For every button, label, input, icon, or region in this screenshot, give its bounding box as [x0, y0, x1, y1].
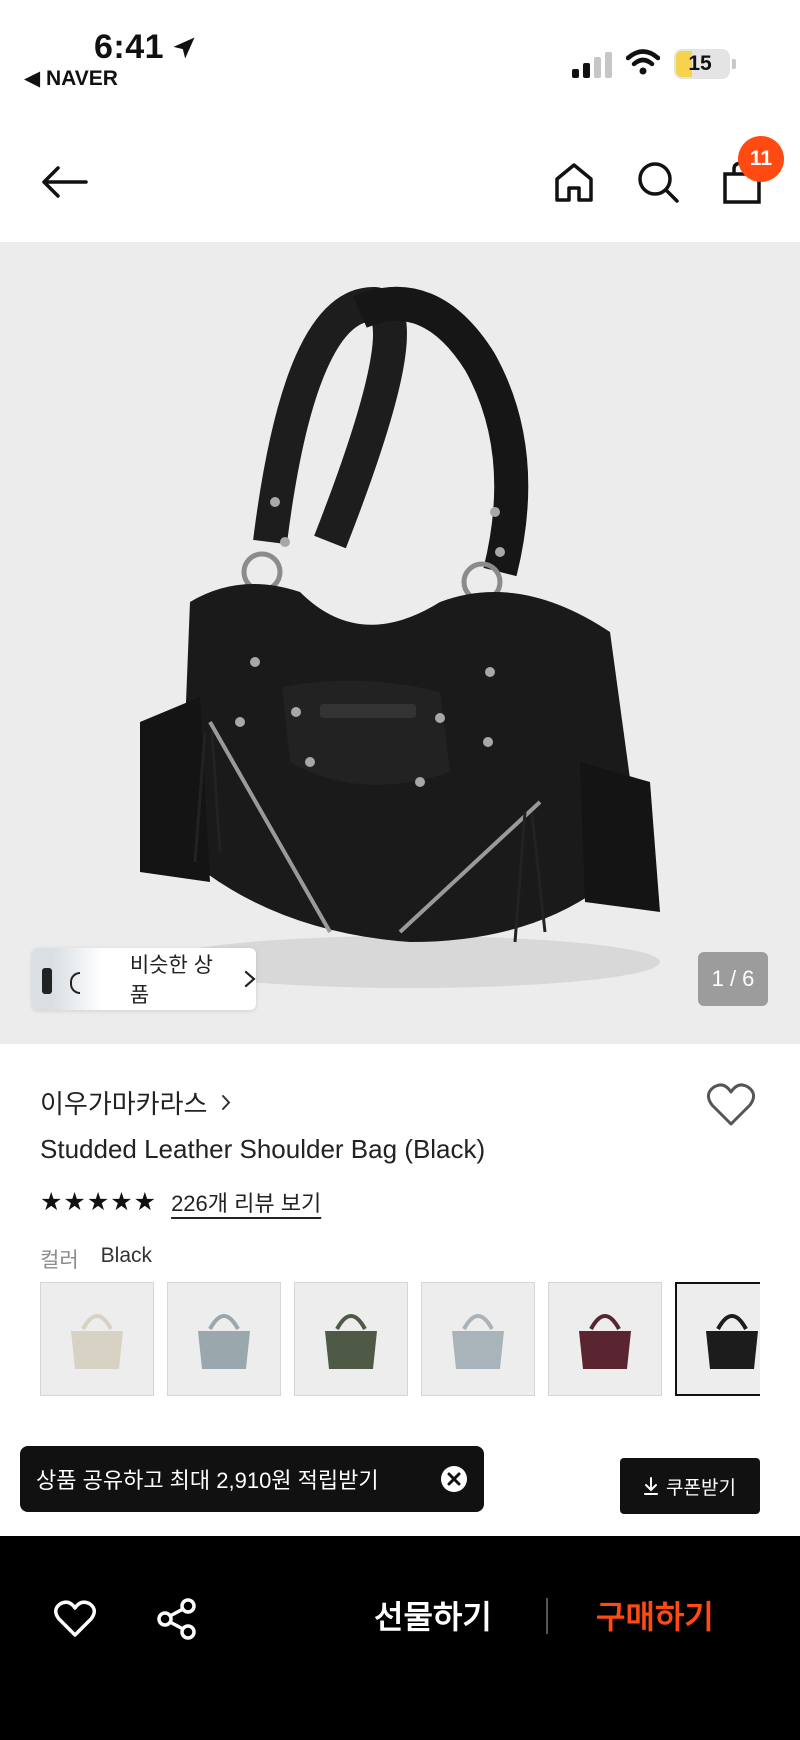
divider	[546, 1598, 548, 1634]
wifi-icon	[626, 49, 660, 75]
color-swatch-list	[40, 1282, 760, 1398]
search-icon	[638, 162, 679, 203]
cart-count-badge: 11	[738, 136, 784, 182]
product-title: Studded Leather Shoulder Bag (Black)	[40, 1134, 486, 1164]
heart-icon[interactable]	[54, 1600, 96, 1638]
battery-indicator: 15	[674, 49, 736, 79]
chevron-right-icon	[222, 1095, 231, 1110]
home-icon	[555, 163, 593, 202]
similar-product-thumbnail	[32, 948, 102, 1010]
status-time: 6:41	[94, 28, 165, 66]
reviews-link[interactable]: 226개 리뷰 보기	[171, 1186, 321, 1218]
color-label: 컬러	[40, 1249, 79, 1272]
coupon-label: 쿠폰받기	[666, 1477, 736, 1499]
similar-products-button[interactable]: 비슷한 상품	[32, 948, 256, 1010]
wishlist-heart-icon[interactable]	[706, 1082, 756, 1128]
color-swatch-item[interactable]	[294, 1282, 408, 1396]
color-swatch-item[interactable]	[421, 1282, 535, 1396]
product-image-carousel[interactable]	[0, 242, 800, 1044]
image-pager: 1 / 6	[698, 952, 768, 1006]
color-selected-row: 컬러 Black	[40, 1244, 152, 1274]
bag-thumbnail	[706, 1314, 758, 1369]
arrow-left-icon	[42, 166, 88, 198]
rating-row: ★★★★★ 226개 리뷰 보기	[40, 1186, 321, 1218]
bag-thumbnail	[452, 1314, 504, 1369]
chevron-right-icon	[244, 970, 256, 988]
gift-button[interactable]: 선물하기	[374, 1592, 492, 1638]
similar-products-label: 비슷한 상품	[129, 954, 213, 1007]
bag-thumbnail	[198, 1314, 250, 1369]
brand-link[interactable]: 이우가마카라스	[40, 1084, 231, 1121]
bag-thumbnail	[71, 1314, 123, 1369]
top-nav	[0, 120, 800, 240]
close-icon[interactable]	[440, 1465, 468, 1493]
color-swatch-item[interactable]	[167, 1282, 281, 1396]
bag-thumbnail	[579, 1314, 631, 1369]
coupon-button[interactable]: 쿠폰받기	[620, 1458, 760, 1514]
search-button[interactable]	[628, 152, 688, 212]
color-swatch-item[interactable]	[548, 1282, 662, 1396]
download-icon	[644, 1477, 659, 1495]
star-rating: ★★★★★	[40, 1188, 158, 1216]
cellular-signal-icon	[572, 52, 612, 78]
battery-level: 15	[688, 52, 712, 75]
toast-message: 상품 공유하고 최대 2,910원 적립받기	[36, 1468, 379, 1493]
location-arrow-icon	[173, 37, 195, 59]
bag-thumbnail	[325, 1314, 377, 1369]
share-icon[interactable]	[156, 1598, 198, 1640]
back-button[interactable]	[34, 152, 94, 212]
buy-button[interactable]: 구매하기	[596, 1592, 714, 1638]
color-swatch-item-selected[interactable]	[675, 1282, 760, 1396]
home-button[interactable]	[544, 152, 604, 212]
color-value: Black	[100, 1244, 152, 1267]
share-reward-toast[interactable]: 상품 공유하고 최대 2,910원 적립받기	[20, 1446, 484, 1512]
bottom-action-bar: 선물하기 구매하기	[0, 1536, 800, 1740]
brand-name: 이우가마카라스	[40, 1089, 208, 1119]
product-image	[140, 286, 660, 988]
back-to-app-link[interactable]: ◀ NAVER	[24, 66, 118, 91]
status-bar: 6:41 ◀ NAVER 15	[0, 0, 800, 100]
color-swatch-item[interactable]	[40, 1282, 154, 1396]
